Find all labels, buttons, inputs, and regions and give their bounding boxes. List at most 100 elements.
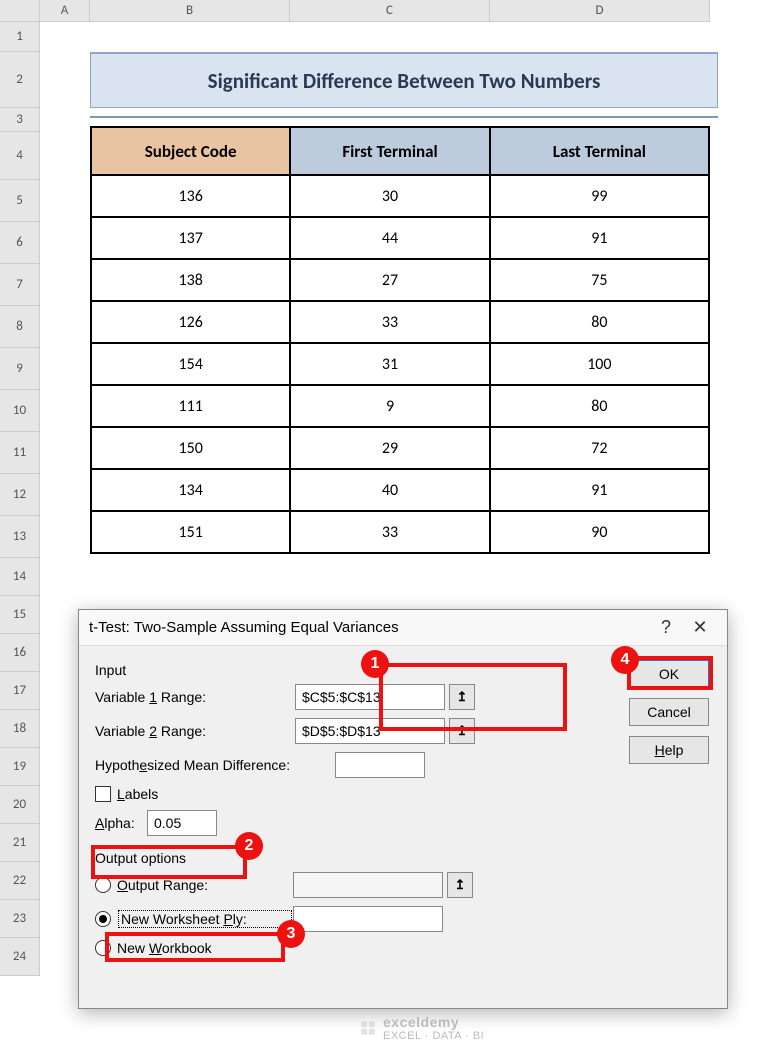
- row-headers: 1 2 3 4 5 6 7 8 9 10 11 12 13 14 15 16 1…: [0, 22, 40, 976]
- row-4[interactable]: 4: [0, 132, 40, 180]
- dialog-titlebar[interactable]: t-Test: Two-Sample Assuming Equal Varian…: [79, 610, 727, 646]
- new-workbook-label: New Workbook: [117, 940, 212, 956]
- dialog-help-icon[interactable]: ?: [649, 617, 683, 638]
- labels-checkbox-label: Labels: [117, 786, 158, 802]
- alpha-input[interactable]: 0.05: [147, 810, 217, 836]
- cell-code[interactable]: 136: [91, 175, 290, 217]
- row-6[interactable]: 6: [0, 222, 40, 264]
- watermark-icon: [359, 1019, 377, 1037]
- labels-checkbox[interactable]: [95, 786, 111, 802]
- close-icon[interactable]: ✕: [683, 617, 717, 638]
- cell-last[interactable]: 75: [490, 259, 709, 301]
- output-range-input[interactable]: [293, 872, 443, 898]
- row-1[interactable]: 1: [0, 22, 40, 52]
- row-19[interactable]: 19: [0, 748, 40, 786]
- cell-code[interactable]: 111: [91, 385, 290, 427]
- callout-3: 3: [277, 920, 305, 948]
- col-B[interactable]: B: [90, 0, 290, 22]
- row-18[interactable]: 18: [0, 710, 40, 748]
- callout-4: 4: [611, 646, 639, 674]
- cell-first[interactable]: 27: [290, 259, 489, 301]
- hyp-mean-diff-input[interactable]: [335, 752, 425, 778]
- var2-range-input[interactable]: $D$5:$D$13: [295, 718, 445, 744]
- new-worksheet-ply-radio[interactable]: [95, 911, 111, 927]
- cell-first[interactable]: 31: [290, 343, 489, 385]
- row-2[interactable]: 2: [0, 52, 40, 108]
- cell-code[interactable]: 137: [91, 217, 290, 259]
- table-row: 111980: [91, 385, 709, 427]
- table-row: 1513390: [91, 511, 709, 553]
- cell-last[interactable]: 80: [490, 301, 709, 343]
- new-worksheet-ply-label: New Worksheet Ply:: [117, 909, 293, 929]
- row-11[interactable]: 11: [0, 432, 40, 474]
- cell-first[interactable]: 44: [290, 217, 489, 259]
- cell-first[interactable]: 33: [290, 301, 489, 343]
- table-row: 1344091: [91, 469, 709, 511]
- dialog-title-text: t-Test: Two-Sample Assuming Equal Varian…: [89, 619, 649, 636]
- header-last-terminal: Last Terminal: [490, 127, 709, 175]
- output-range-radio[interactable]: [95, 877, 111, 893]
- row-20[interactable]: 20: [0, 786, 40, 824]
- row-23[interactable]: 23: [0, 900, 40, 938]
- cell-code[interactable]: 134: [91, 469, 290, 511]
- watermark: exceldemy EXCEL · DATA · BI: [359, 1014, 484, 1042]
- cell-last[interactable]: 100: [490, 343, 709, 385]
- header-subject-code: Subject Code: [91, 127, 290, 175]
- help-button[interactable]: Help: [629, 736, 709, 764]
- table-row: 1263380: [91, 301, 709, 343]
- cell-last[interactable]: 91: [490, 217, 709, 259]
- cancel-button[interactable]: Cancel: [629, 698, 709, 726]
- cell-last[interactable]: 99: [490, 175, 709, 217]
- cell-code[interactable]: 151: [91, 511, 290, 553]
- cell-first[interactable]: 40: [290, 469, 489, 511]
- new-workbook-radio[interactable]: [95, 940, 111, 956]
- cell-last[interactable]: 72: [490, 427, 709, 469]
- output-range-label: Output Range:: [117, 877, 293, 893]
- cell-last[interactable]: 80: [490, 385, 709, 427]
- page-title: Significant Difference Between Two Numbe…: [90, 52, 718, 108]
- table-row: 15431100: [91, 343, 709, 385]
- row-17[interactable]: 17: [0, 672, 40, 710]
- row-14[interactable]: 14: [0, 558, 40, 596]
- var1-range-input[interactable]: $C$5:$C$13: [295, 684, 445, 710]
- t-test-dialog: t-Test: Two-Sample Assuming Equal Varian…: [78, 609, 728, 1009]
- cell-code[interactable]: 126: [91, 301, 290, 343]
- cell-first[interactable]: 33: [290, 511, 489, 553]
- alpha-label: Alpha:: [95, 815, 147, 831]
- new-worksheet-ply-input[interactable]: [293, 906, 443, 932]
- cell-last[interactable]: 91: [490, 469, 709, 511]
- row-13[interactable]: 13: [0, 516, 40, 558]
- row-21[interactable]: 21: [0, 824, 40, 862]
- cell-first[interactable]: 30: [290, 175, 489, 217]
- output-range-picker-icon[interactable]: ↥: [447, 872, 473, 898]
- cell-last[interactable]: 90: [490, 511, 709, 553]
- row-16[interactable]: 16: [0, 634, 40, 672]
- cell-code[interactable]: 138: [91, 259, 290, 301]
- row-22[interactable]: 22: [0, 862, 40, 900]
- select-all-box[interactable]: [0, 0, 40, 22]
- row-8[interactable]: 8: [0, 306, 40, 348]
- table-row: 1374491: [91, 217, 709, 259]
- cell-code[interactable]: 150: [91, 427, 290, 469]
- var1-range-label: Variable 1 Range:: [95, 689, 295, 705]
- row-24[interactable]: 24: [0, 938, 40, 976]
- col-C[interactable]: C: [290, 0, 490, 22]
- row-12[interactable]: 12: [0, 474, 40, 516]
- row-15[interactable]: 15: [0, 596, 40, 634]
- cell-first[interactable]: 29: [290, 427, 489, 469]
- row-10[interactable]: 10: [0, 390, 40, 432]
- var1-range-picker-icon[interactable]: ↥: [449, 684, 475, 710]
- cell-code[interactable]: 154: [91, 343, 290, 385]
- row-3[interactable]: 3: [0, 108, 40, 132]
- callout-2: 2: [235, 832, 263, 860]
- row-7[interactable]: 7: [0, 264, 40, 306]
- col-D[interactable]: D: [490, 0, 710, 22]
- title-underline: [90, 116, 718, 118]
- table-row: 1502972: [91, 427, 709, 469]
- ok-button[interactable]: OK: [629, 660, 709, 688]
- row-9[interactable]: 9: [0, 348, 40, 390]
- col-A[interactable]: A: [40, 0, 90, 22]
- row-5[interactable]: 5: [0, 180, 40, 222]
- cell-first[interactable]: 9: [290, 385, 489, 427]
- var2-range-picker-icon[interactable]: ↥: [449, 718, 475, 744]
